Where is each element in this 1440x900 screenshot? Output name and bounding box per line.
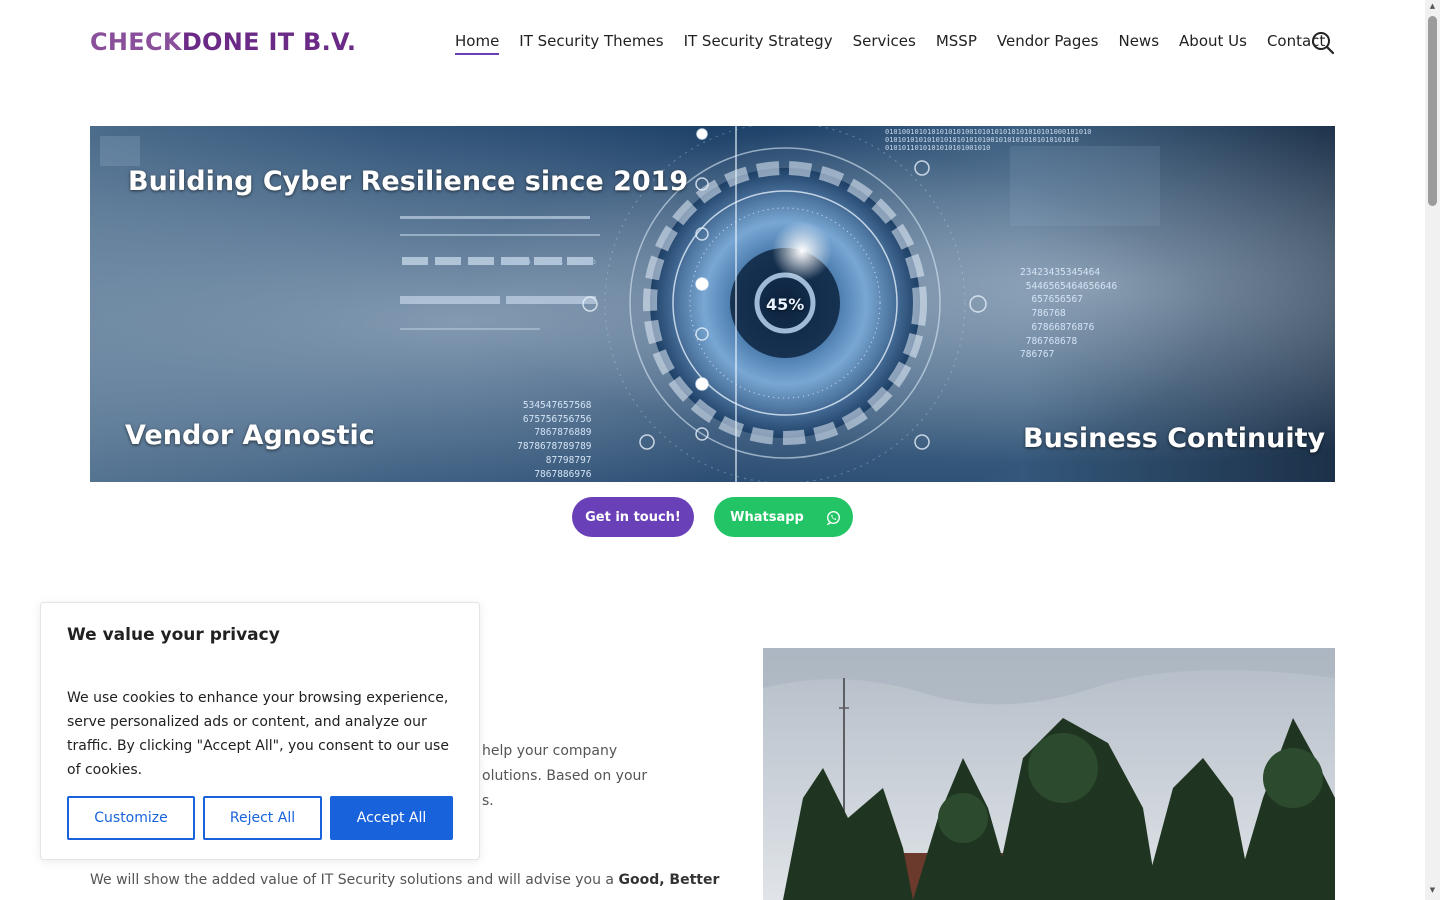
hero-title: Building Cyber Resilience since 2019 xyxy=(128,166,689,197)
main-nav: Home IT Security Themes IT Security Stra… xyxy=(455,32,1325,55)
whatsapp-label: Whatsapp xyxy=(730,509,804,525)
hero-banner: 0101001010101010101001010101010101010101… xyxy=(90,126,1335,482)
scroll-down-arrow-icon[interactable]: ▼ xyxy=(1425,886,1440,898)
nav-item-services[interactable]: Services xyxy=(853,32,916,54)
nav-item-vendor-pages[interactable]: Vendor Pages xyxy=(997,32,1099,54)
page-scrollbar[interactable]: ▲ ▼ xyxy=(1425,0,1440,900)
cookie-title: We value your privacy xyxy=(67,625,280,645)
value-bold-text: Good, Better xyxy=(618,872,720,888)
search-button[interactable] xyxy=(1310,30,1336,56)
value-paragraph: We will show the added value of IT Secur… xyxy=(90,868,719,893)
nav-item-it-security-themes[interactable]: IT Security Themes xyxy=(519,32,663,54)
logo-text-done: DONE IT B.V. xyxy=(181,28,357,56)
nav-item-home[interactable]: Home xyxy=(455,32,500,55)
value-text: We will show the added value of IT Secur… xyxy=(90,872,619,888)
get-in-touch-button[interactable]: Get in touch! xyxy=(572,497,694,537)
reject-all-button[interactable]: Reject All xyxy=(203,796,322,840)
hero-panel-codes: 54545454 212121 533453 xyxy=(502,259,596,266)
whatsapp-button[interactable]: Whatsapp xyxy=(714,497,853,537)
nav-item-about-us[interactable]: About Us xyxy=(1179,32,1247,54)
accept-all-button[interactable]: Accept All xyxy=(330,796,453,840)
scrollbar-thumb[interactable] xyxy=(1428,16,1437,206)
nav-item-it-security-strategy[interactable]: IT Security Strategy xyxy=(684,32,833,54)
hero-vendor-agnostic: Vendor Agnostic xyxy=(125,420,375,451)
get-in-touch-label: Get in touch! xyxy=(585,509,681,525)
hero-business-continuity: Business Continuity xyxy=(1023,423,1326,454)
site-logo[interactable]: CHECKDONE IT B.V. xyxy=(90,28,356,56)
cookie-consent-banner: We value your privacy We use cookies to … xyxy=(40,602,480,860)
site-header: CHECKDONE IT B.V. Home IT Security Theme… xyxy=(0,0,1425,86)
hero-right-numbers: 23423435345464 5446565464656646 65765656… xyxy=(1020,267,1118,361)
customize-button[interactable]: Customize xyxy=(67,796,195,840)
hero-binary-stream: 0101001010101010101001010101010101010101… xyxy=(885,128,1092,152)
scroll-up-arrow-icon[interactable]: ▲ xyxy=(1425,2,1440,14)
search-icon xyxy=(1312,32,1335,55)
office-building-photo xyxy=(763,648,1335,900)
hero-percent: 45% xyxy=(766,295,805,314)
hero-left-numbers: 534547657568 675756756756 7867876889 787… xyxy=(517,400,592,480)
nav-item-mssp[interactable]: MSSP xyxy=(936,32,977,54)
logo-text-check: CHECK xyxy=(90,28,182,56)
whatsapp-icon xyxy=(826,510,840,525)
nav-item-news[interactable]: News xyxy=(1118,32,1159,54)
cookie-description: We use cookies to enhance your browsing … xyxy=(67,690,449,778)
